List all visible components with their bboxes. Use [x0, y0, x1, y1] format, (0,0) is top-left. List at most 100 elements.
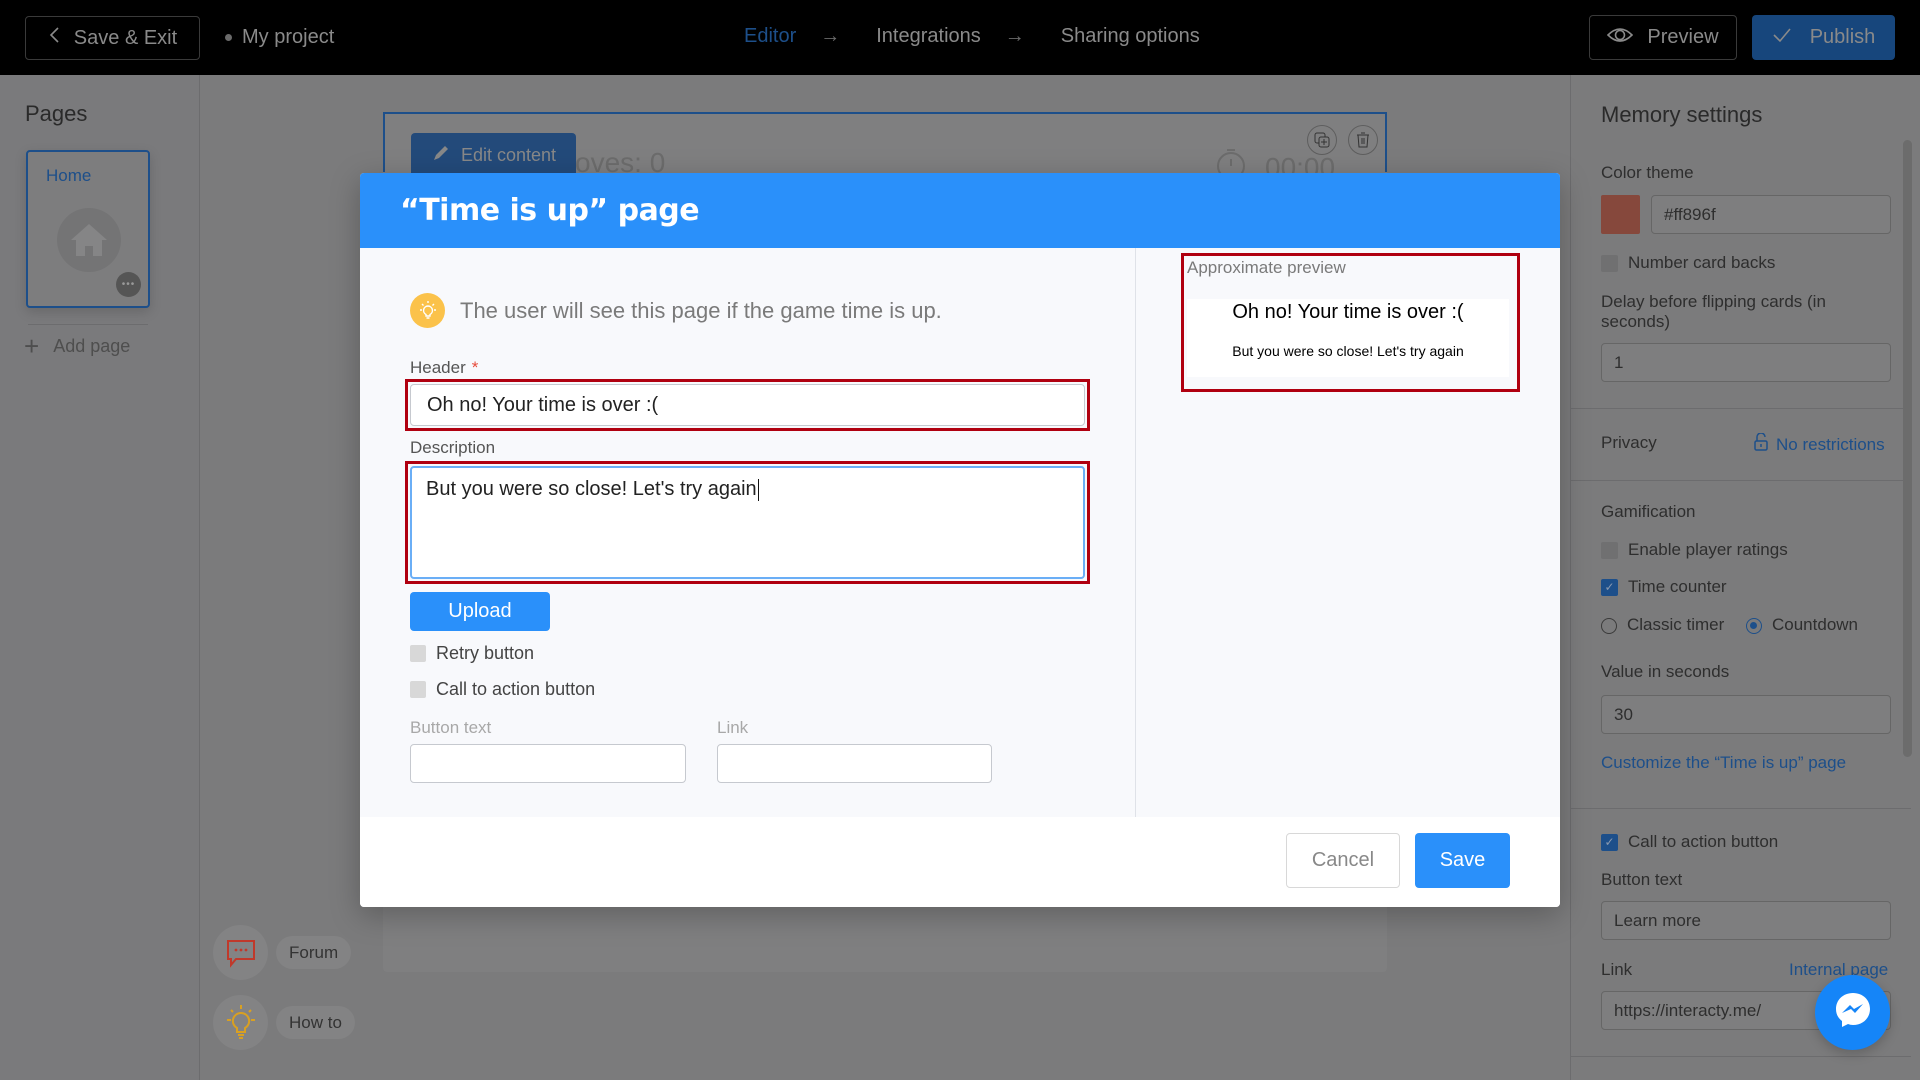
text-caret: [757, 478, 760, 501]
button-text-label: Button text: [410, 718, 492, 737]
retry-checkbox-row[interactable]: Retry button: [410, 643, 534, 664]
cta-checkbox-row[interactable]: Call to action button: [410, 679, 595, 700]
step-integrations[interactable]: Integrations: [876, 25, 981, 48]
trash-icon[interactable]: [1348, 125, 1378, 155]
settings-scrollbar[interactable]: [1903, 140, 1912, 757]
time-is-up-modal: “Time is up” page The user will see this…: [360, 173, 1560, 907]
description-textarea[interactable]: But you were so close! Let's try again: [410, 466, 1085, 579]
project-name-label: My project: [242, 26, 335, 48]
page-card-home[interactable]: Home •••: [26, 150, 150, 308]
retry-checkbox[interactable]: [410, 645, 426, 662]
status-dot-icon: [225, 34, 232, 41]
chat-bubble-icon: [213, 925, 268, 980]
messenger-chat-button[interactable]: [1815, 975, 1890, 1050]
divider: [1571, 480, 1911, 481]
privacy-value: No restrictions: [1776, 434, 1885, 454]
description-label: Description: [410, 438, 496, 457]
messenger-icon: [1833, 990, 1873, 1035]
save-exit-label: Save & Exit: [73, 26, 178, 49]
modal-footer: Cancel Save: [360, 817, 1560, 907]
project-name[interactable]: My project: [225, 26, 334, 49]
number-card-backs-label: Number card backs: [1628, 253, 1776, 272]
retry-label: Retry button: [436, 643, 535, 663]
button-text-label: Button text: [1601, 870, 1683, 889]
publish-button[interactable]: Publish: [1752, 15, 1895, 60]
forum-link[interactable]: Forum: [213, 925, 352, 980]
arrow-right-icon: →: [820, 25, 841, 47]
preview-label: Preview: [1647, 26, 1719, 48]
lightbulb-icon: [410, 293, 445, 328]
privacy-label: Privacy: [1601, 433, 1657, 452]
gamification-label: Gamification: [1601, 502, 1696, 521]
howto-link[interactable]: How to: [213, 995, 355, 1050]
divider: [1571, 808, 1911, 809]
customize-time-up-link[interactable]: Customize the “Time is up” page: [1601, 753, 1846, 773]
preview-panel: Approximate preview Oh no! Your time is …: [1181, 253, 1520, 392]
modal-title: “Time is up” page: [360, 173, 1560, 248]
preview-header: Oh no! Your time is over :(: [1232, 301, 1464, 323]
divider: [1571, 408, 1911, 409]
value-seconds-input[interactable]: 30: [1601, 695, 1891, 734]
modal-form: The user will see this page if the game …: [360, 248, 1135, 817]
button-text-input[interactable]: Learn more: [1601, 901, 1891, 940]
top-bar: Save & Exit My project Editor → Integrat…: [0, 0, 1920, 75]
cta-label: Call to action button: [1628, 832, 1779, 851]
preview-label: Approximate preview: [1187, 258, 1346, 277]
color-theme-label: Color theme: [1601, 163, 1694, 182]
time-counter-label: Time counter: [1628, 577, 1727, 596]
cta-label: Call to action button: [436, 679, 596, 699]
cta-checkbox[interactable]: ✓ Call to action button: [1601, 832, 1778, 852]
more-options-icon[interactable]: •••: [116, 272, 141, 297]
step-sharing-options[interactable]: Sharing options: [1061, 25, 1200, 48]
link-input[interactable]: [717, 744, 992, 783]
radio-selected[interactable]: [1746, 617, 1762, 634]
save-exit-button[interactable]: Save & Exit: [25, 16, 200, 60]
save-button[interactable]: Save: [1415, 833, 1510, 888]
arrow-right-icon: →: [1004, 25, 1025, 47]
button-text-input[interactable]: [410, 744, 686, 783]
hint-text: The user will see this page if the game …: [460, 297, 942, 323]
header-input[interactable]: Oh no! Your time is over :(: [410, 384, 1085, 426]
step-editor[interactable]: Editor: [744, 25, 796, 48]
checkbox-checked-icon[interactable]: ✓: [1601, 834, 1618, 852]
link-label: Link: [717, 718, 749, 737]
required-asterisk: *: [471, 358, 479, 377]
upload-button[interactable]: Upload: [410, 592, 550, 631]
delay-input[interactable]: 1: [1601, 343, 1891, 382]
classic-timer-label: Classic timer: [1627, 615, 1725, 634]
delay-label: Delay before flipping cards (in seconds): [1601, 292, 1826, 331]
cta-checkbox[interactable]: [410, 681, 426, 698]
lightbulb-icon: [213, 995, 268, 1050]
time-counter-checkbox[interactable]: ✓ Time counter: [1601, 577, 1727, 597]
enable-ratings-label: Enable player ratings: [1628, 540, 1788, 559]
classic-timer-radio[interactable]: Classic timer: [1601, 615, 1724, 635]
howto-label[interactable]: How to: [276, 1006, 355, 1039]
radio-unselected[interactable]: [1601, 617, 1617, 634]
pencil-icon: [431, 143, 451, 168]
countdown-radio[interactable]: Countdown: [1746, 615, 1858, 635]
preview-button[interactable]: Preview: [1589, 15, 1737, 60]
checkbox-checked-icon[interactable]: ✓: [1601, 579, 1618, 597]
enable-ratings-checkbox[interactable]: Enable player ratings: [1601, 540, 1788, 560]
value-seconds-label: Value in seconds: [1601, 662, 1730, 681]
color-swatch[interactable]: [1601, 195, 1640, 234]
color-hex-input[interactable]: #ff896f: [1651, 195, 1891, 234]
checkbox-unchecked[interactable]: [1601, 255, 1618, 273]
duplicate-icon[interactable]: [1307, 125, 1337, 155]
add-page-button[interactable]: + Add page: [24, 331, 130, 362]
forum-label[interactable]: Forum: [276, 936, 352, 969]
number-card-backs-checkbox[interactable]: Number card backs: [1601, 253, 1775, 273]
settings-panel: Memory settings Color theme #ff896f Numb…: [1570, 75, 1920, 1080]
plus-icon: +: [24, 331, 40, 361]
divider: [1135, 248, 1136, 817]
description-text: But you were so close! Let's try again: [426, 478, 757, 500]
pages-panel: Pages Home ••• + Add page: [0, 75, 200, 1080]
page-card-label: Home: [46, 166, 92, 185]
edit-content-button[interactable]: Edit content: [411, 133, 576, 178]
preview-description: But you were so close! Let's try again: [1232, 343, 1464, 359]
privacy-setting-link[interactable]: No restrictions: [1754, 432, 1885, 456]
cancel-button[interactable]: Cancel: [1286, 833, 1400, 888]
checkbox-unchecked[interactable]: [1601, 542, 1618, 560]
settings-title: Memory settings: [1601, 102, 1763, 127]
countdown-label: Countdown: [1772, 615, 1859, 634]
